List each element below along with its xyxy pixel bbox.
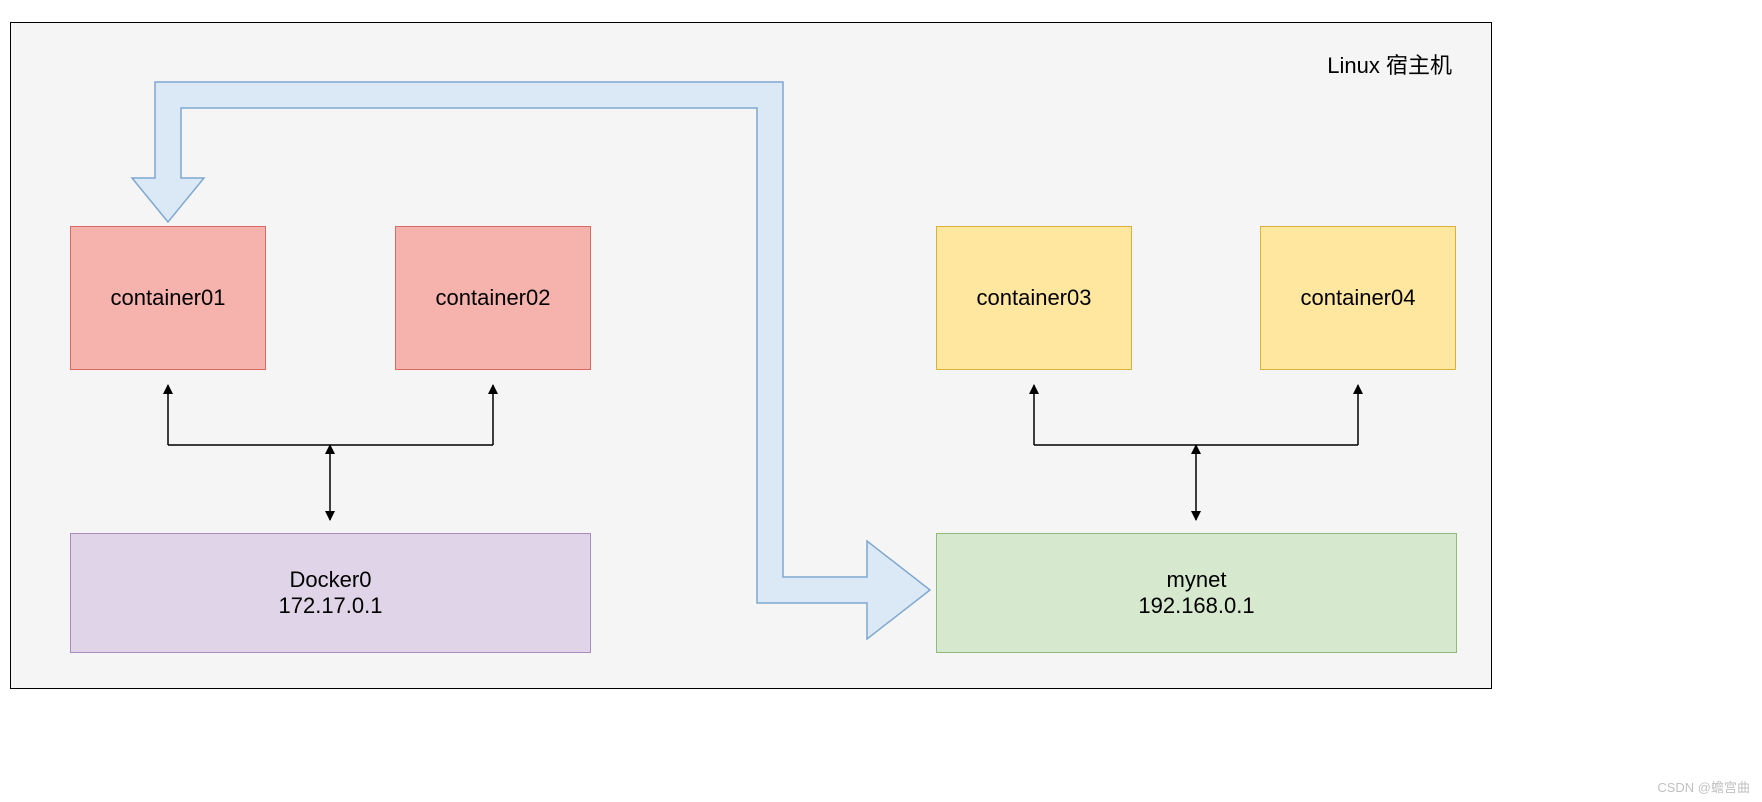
container01-box: container01	[70, 226, 266, 370]
host-label: Linux 宿主机	[1327, 48, 1452, 80]
docker0-box: Docker0 172.17.0.1	[70, 533, 591, 653]
diagram-canvas: Linux 宿主机 container01 container02 contai…	[0, 0, 1762, 802]
container01-label: container01	[111, 285, 226, 311]
container02-box: container02	[395, 226, 591, 370]
docker0-ip: 172.17.0.1	[279, 593, 383, 619]
mynet-box: mynet 192.168.0.1	[936, 533, 1457, 653]
mynet-name: mynet	[1167, 567, 1227, 593]
container03-label: container03	[977, 285, 1092, 311]
watermark: CSDN @蟾宫曲	[1657, 777, 1750, 796]
container03-box: container03	[936, 226, 1132, 370]
docker0-name: Docker0	[290, 567, 372, 593]
container04-box: container04	[1260, 226, 1456, 370]
container04-label: container04	[1301, 285, 1416, 311]
mynet-ip: 192.168.0.1	[1138, 593, 1254, 619]
container02-label: container02	[436, 285, 551, 311]
